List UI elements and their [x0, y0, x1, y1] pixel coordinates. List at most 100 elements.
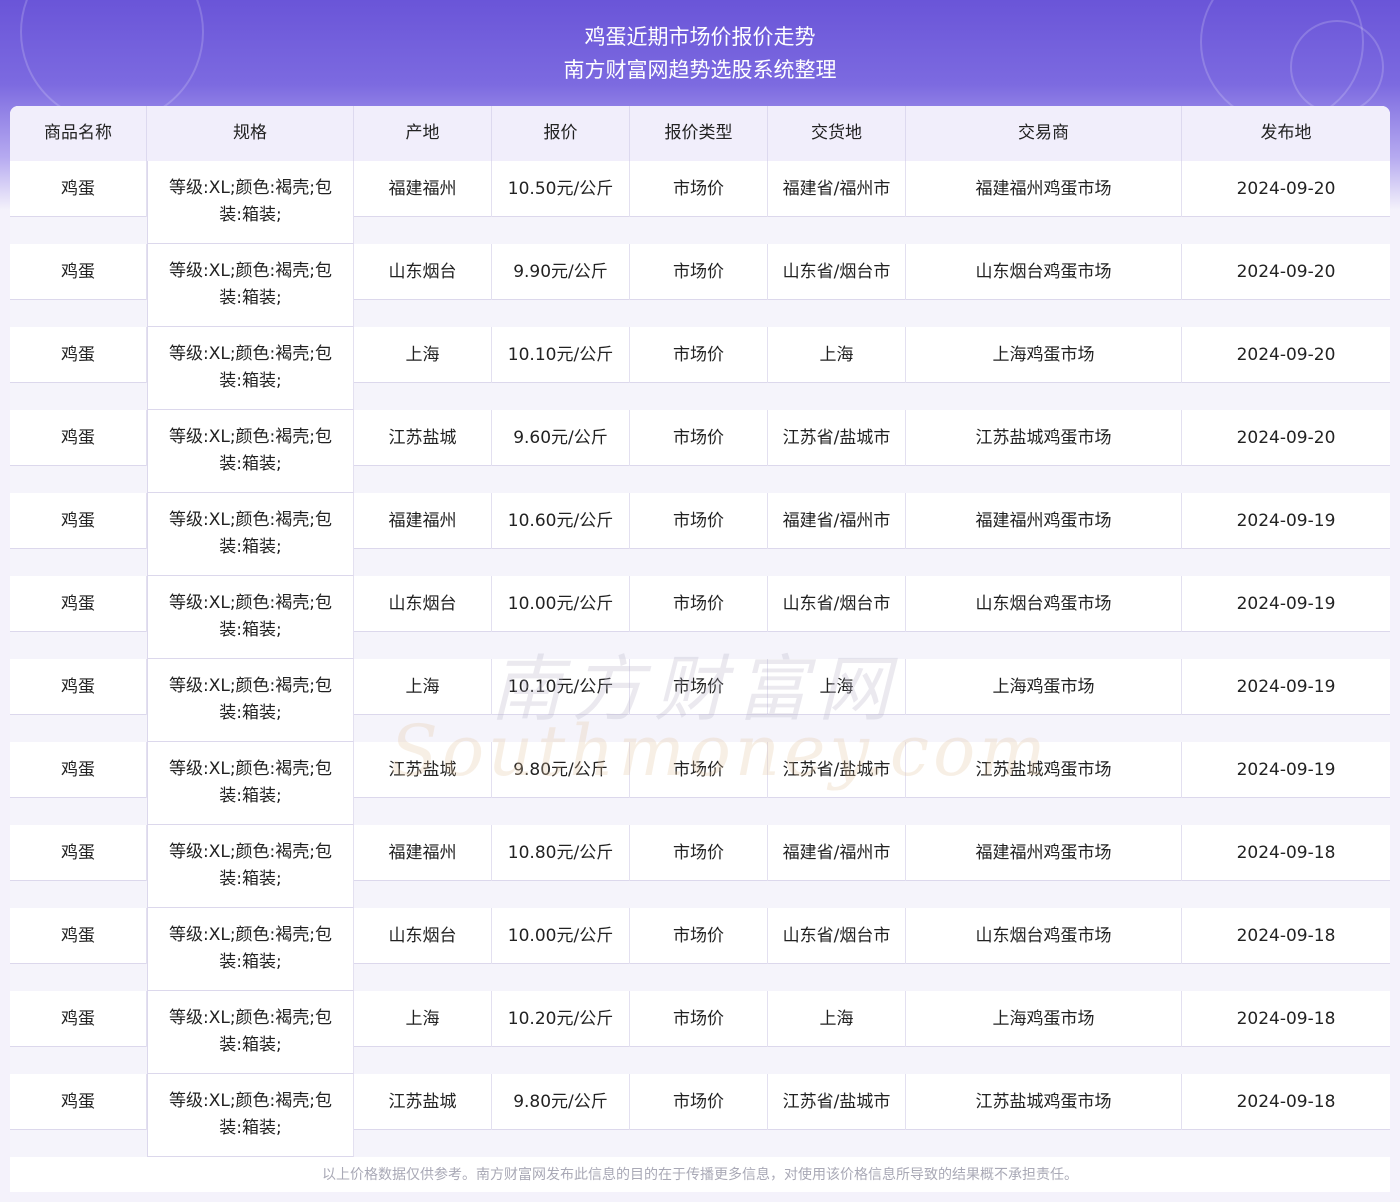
- cell-date: 2024-09-20: [1236, 179, 1336, 199]
- cell-trader: 上海鸡蛋市场: [906, 327, 1182, 383]
- table-row: 鸡蛋 等级:XL;颜色:褐壳;包装:箱装; 福建福州 10.60元/公斤 市场价 福建省/…: [10, 493, 1390, 576]
- cell-origin: 江苏盐城: [354, 742, 492, 798]
- header-col-spec: 规格: [147, 106, 354, 161]
- cell-spec: 等级:XL;颜色:褐壳;包装:箱装;: [147, 410, 354, 493]
- cell-date: 2024-09-19: [1236, 760, 1336, 780]
- cell-product-name: 鸡蛋: [10, 493, 147, 549]
- cell-price-type: 市场价: [630, 1074, 768, 1130]
- cell-price-type: 市场价: [630, 161, 768, 217]
- cell-date: 2024-09-18: [1236, 1092, 1336, 1112]
- table-header: 商品名称 规格 产地 报价 报价类型 交货地 交易商 发布地: [10, 106, 1390, 161]
- cell-spec: 等级:XL;颜色:褐壳;包装:箱装;: [147, 825, 354, 908]
- cell-price: 10.00元/公斤: [492, 576, 630, 632]
- cell-price-type: 市场价: [630, 327, 768, 383]
- cell-delivery: 山东省/烟台市: [768, 908, 906, 964]
- header-col-price-type: 报价类型: [630, 106, 768, 161]
- cell-delivery: 福建省/福州市: [768, 161, 906, 217]
- cell-origin: 上海: [354, 659, 492, 715]
- table-row: 鸡蛋 等级:XL;颜色:褐壳;包装:箱装; 福建福州 10.50元/公斤 市场价 福建省/…: [10, 161, 1390, 244]
- cell-trader: 福建福州鸡蛋市场: [906, 161, 1182, 217]
- table-row: 鸡蛋 等级:XL;颜色:褐壳;包装:箱装; 江苏盐城 9.80元/公斤 市场价 江苏省/盐…: [10, 1074, 1390, 1157]
- cell-origin: 上海: [354, 991, 492, 1047]
- cell-spec: 等级:XL;颜色:褐壳;包装:箱装;: [147, 991, 354, 1074]
- cell-delivery: 上海: [768, 659, 906, 715]
- cell-origin: 福建福州: [354, 161, 492, 217]
- cell-delivery: 福建省/福州市: [768, 493, 906, 549]
- cell-spec: 等级:XL;颜色:褐壳;包装:箱装;: [147, 244, 354, 327]
- cell-spec: 等级:XL;颜色:褐壳;包装:箱装;: [147, 493, 354, 576]
- page-subtitle: 南方财富网趋势选股系统整理: [563, 58, 837, 82]
- cell-trader: 福建福州鸡蛋市场: [906, 825, 1182, 881]
- cell-price-type: 市场价: [630, 244, 768, 300]
- cell-price: 10.10元/公斤: [492, 659, 630, 715]
- table-row: 鸡蛋 等级:XL;颜色:褐壳;包装:箱装; 上海 10.10元/公斤 市场价 上海 上海鸡蛋…: [10, 327, 1390, 410]
- cell-origin: 江苏盐城: [354, 410, 492, 466]
- cell-price: 9.80元/公斤: [492, 742, 630, 798]
- cell-product-name: 鸡蛋: [10, 908, 147, 964]
- cell-delivery: 江苏省/盐城市: [768, 410, 906, 466]
- cell-trader: 江苏盐城鸡蛋市场: [906, 410, 1182, 466]
- cell-price: 9.80元/公斤: [492, 1074, 630, 1130]
- cell-origin: 山东烟台: [354, 244, 492, 300]
- header-col-name: 商品名称: [10, 106, 147, 161]
- cell-price: 9.90元/公斤: [492, 244, 630, 300]
- cell-date: 2024-09-20: [1236, 345, 1336, 365]
- cell-trader: 江苏盐城鸡蛋市场: [906, 1074, 1182, 1130]
- cell-price: 10.80元/公斤: [492, 825, 630, 881]
- cell-origin: 江苏盐城: [354, 1074, 492, 1130]
- cell-spec: 等级:XL;颜色:褐壳;包装:箱装;: [147, 742, 354, 825]
- cell-product-name: 鸡蛋: [10, 410, 147, 466]
- cell-price-type: 市场价: [630, 576, 768, 632]
- cell-price-type: 市场价: [630, 742, 768, 798]
- cell-date: 2024-09-18: [1236, 926, 1336, 946]
- disclaimer: 以上价格数据仅供参考。南方财富网发布此信息的目的在于传播更多信息，对使用该价格信…: [10, 1158, 1390, 1192]
- cell-price: 10.60元/公斤: [492, 493, 630, 549]
- cell-product-name: 鸡蛋: [10, 161, 147, 217]
- cell-spec: 等级:XL;颜色:褐壳;包装:箱装;: [147, 659, 354, 742]
- cell-price-type: 市场价: [630, 991, 768, 1047]
- cell-price-type: 市场价: [630, 410, 768, 466]
- cell-price: 10.00元/公斤: [492, 908, 630, 964]
- cell-date: 2024-09-20: [1236, 428, 1336, 448]
- cell-delivery: 山东省/烟台市: [768, 244, 906, 300]
- cell-spec: 等级:XL;颜色:褐壳;包装:箱装;: [147, 908, 354, 991]
- cell-product-name: 鸡蛋: [10, 576, 147, 632]
- cell-spec: 等级:XL;颜色:褐壳;包装:箱装;: [147, 327, 354, 410]
- table-row: 鸡蛋 等级:XL;颜色:褐壳;包装:箱装; 山东烟台 10.00元/公斤 市场价 山东省/…: [10, 576, 1390, 659]
- cell-product-name: 鸡蛋: [10, 327, 147, 383]
- cell-delivery: 山东省/烟台市: [768, 576, 906, 632]
- cell-trader: 上海鸡蛋市场: [906, 659, 1182, 715]
- cell-price: 10.50元/公斤: [492, 161, 630, 217]
- cell-date: 2024-09-19: [1236, 511, 1336, 531]
- cell-price-type: 市场价: [630, 493, 768, 549]
- cell-product-name: 鸡蛋: [10, 659, 147, 715]
- cell-delivery: 江苏省/盐城市: [768, 742, 906, 798]
- table-row: 鸡蛋 等级:XL;颜色:褐壳;包装:箱装; 福建福州 10.80元/公斤 市场价 福建省/…: [10, 825, 1390, 908]
- price-table: 商品名称 规格 产地 报价 报价类型 交货地 交易商 发布地 鸡蛋 等级:XL;颜色:褐壳;包装…: [10, 106, 1390, 1158]
- cell-trader: 江苏盐城鸡蛋市场: [906, 742, 1182, 798]
- table-row: 鸡蛋 等级:XL;颜色:褐壳;包装:箱装; 山东烟台 9.90元/公斤 市场价 山东省/烟…: [10, 244, 1390, 327]
- page-title: 鸡蛋近期市场价报价走势: [584, 25, 816, 49]
- table-row: 鸡蛋 等级:XL;颜色:褐壳;包装:箱装; 山东烟台 10.00元/公斤 市场价 山东省/…: [10, 908, 1390, 991]
- table-row: 鸡蛋 等级:XL;颜色:褐壳;包装:箱装; 江苏盐城 9.60元/公斤 市场价 江苏省/盐…: [10, 410, 1390, 493]
- table-row: 鸡蛋 等级:XL;颜色:褐壳;包装:箱装; 上海 10.20元/公斤 市场价 上海 上海鸡蛋…: [10, 991, 1390, 1074]
- cell-delivery: 江苏省/盐城市: [768, 1074, 906, 1130]
- cell-date: 2024-09-18: [1236, 843, 1336, 863]
- table-row: 鸡蛋 等级:XL;颜色:褐壳;包装:箱装; 上海 10.10元/公斤 市场价 上海 上海鸡蛋…: [10, 659, 1390, 742]
- cell-trader: 山东烟台鸡蛋市场: [906, 908, 1182, 964]
- cell-spec: 等级:XL;颜色:褐壳;包装:箱装;: [147, 1074, 354, 1157]
- cell-origin: 福建福州: [354, 825, 492, 881]
- cell-spec: 等级:XL;颜色:褐壳;包装:箱装;: [147, 161, 354, 244]
- header-col-trader: 交易商: [906, 106, 1182, 161]
- table-row: 鸡蛋 等级:XL;颜色:褐壳;包装:箱装; 江苏盐城 9.80元/公斤 市场价 江苏省/盐…: [10, 742, 1390, 825]
- cell-origin: 山东烟台: [354, 908, 492, 964]
- cell-trader: 山东烟台鸡蛋市场: [906, 576, 1182, 632]
- cell-origin: 上海: [354, 327, 492, 383]
- cell-price-type: 市场价: [630, 659, 768, 715]
- header-col-origin: 产地: [354, 106, 492, 161]
- cell-date: 2024-09-18: [1236, 1009, 1336, 1029]
- cell-spec: 等级:XL;颜色:褐壳;包装:箱装;: [147, 576, 354, 659]
- header-col-date: 发布地: [1260, 123, 1312, 143]
- cell-trader: 上海鸡蛋市场: [906, 991, 1182, 1047]
- header-col-price: 报价: [492, 106, 630, 161]
